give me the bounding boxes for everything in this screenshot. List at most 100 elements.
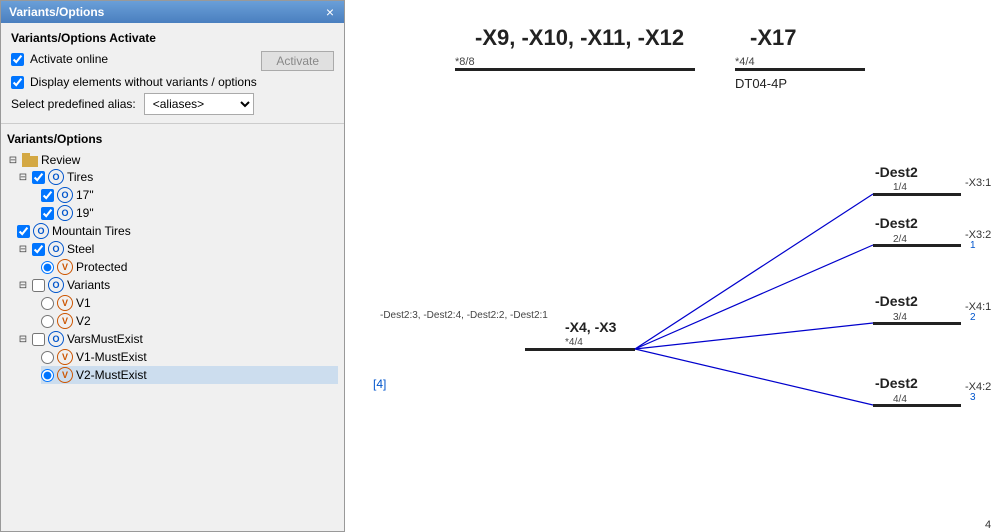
alias-select[interactable]: <aliases> <box>144 93 254 115</box>
tree-item-steel[interactable]: ⊟ O Steel <box>17 240 338 258</box>
tree-item-variants[interactable]: ⊟ O Variants <box>17 276 338 294</box>
source-sub: *4/4 <box>565 337 583 348</box>
tires-badge-o: O <box>48 169 64 185</box>
tree-item-19[interactable]: O 19" <box>41 204 338 222</box>
tree-item-vars-must-exist[interactable]: ⊟ O VarsMustExist <box>17 330 338 348</box>
x-sub-x4-1: 2 <box>970 312 976 323</box>
display-elements-label: Display elements without variants / opti… <box>30 75 257 89</box>
dest2-sub-3: 3/4 <box>893 312 907 323</box>
tree-root[interactable]: ⊟ Review <box>7 152 338 168</box>
diagram-panel: -X9, -X10, -X11, -X12 -X17 *8/8 *4/4 DT0… <box>345 0 1000 532</box>
mountain-tires-badge-o: O <box>33 223 49 239</box>
dest2-label-1: -Dest2 <box>875 164 918 180</box>
v1-label: V1 <box>76 296 91 310</box>
dest2-label-2: -Dest2 <box>875 215 918 231</box>
x-sub-x3-2: 1 <box>970 240 976 251</box>
v1-must-exist-label: V1-MustExist <box>76 350 147 364</box>
tree-item-v1[interactable]: V V1 <box>41 294 338 312</box>
expand-vars-icon: ⊟ <box>17 333 29 345</box>
19-checkbox[interactable] <box>41 207 54 220</box>
connector-sub1: *8/8 <box>455 56 475 68</box>
bar-top-1 <box>455 68 695 71</box>
dest2-label-3: -Dest2 <box>875 293 918 309</box>
tree-item-v2-must-exist[interactable]: V V2-MustExist <box>41 366 338 384</box>
line-to-dest2 <box>635 245 873 349</box>
panel-titlebar: Variants/Options × <box>1 1 344 23</box>
connector-name: DT04-4P <box>735 76 787 91</box>
diagram-svg: -X9, -X10, -X11, -X12 -X17 *8/8 *4/4 DT0… <box>345 0 1000 532</box>
tires-checkbox[interactable] <box>32 171 45 184</box>
expand-tires-icon: ⊟ <box>17 171 29 183</box>
x-label-x3-2: -X3:2 <box>965 229 991 241</box>
activate-section-title: Variants/Options Activate <box>11 31 334 45</box>
v2-must-exist-radio[interactable] <box>41 369 54 382</box>
source-label: -X4, -X3 <box>565 319 617 335</box>
expand-variants-icon: ⊟ <box>17 279 29 291</box>
vars-badge-o: O <box>48 331 64 347</box>
display-elements-row: Display elements without variants / opti… <box>11 75 334 89</box>
17-label: 17" <box>76 188 94 202</box>
mountain-tires-checkbox[interactable] <box>17 225 30 238</box>
connector-label-2: -X17 <box>750 25 796 50</box>
steel-badge-o: O <box>48 241 64 257</box>
expand-steel-icon: ⊟ <box>17 243 29 255</box>
v1-badge-v: V <box>57 295 73 311</box>
connector-sub2: *4/4 <box>735 56 755 68</box>
dest2-label-4: -Dest2 <box>875 375 918 391</box>
vars-must-exist-checkbox[interactable] <box>32 333 45 346</box>
v2-label: V2 <box>76 314 91 328</box>
tree-item-mountain-tires[interactable]: O Mountain Tires <box>17 222 338 240</box>
v1-must-exist-radio[interactable] <box>41 351 54 364</box>
tree-item-17[interactable]: O 17" <box>41 186 338 204</box>
x-label-x4-2: -X4:2 <box>965 381 991 393</box>
variants-options-panel: Variants/Options × Variants/Options Acti… <box>0 0 345 532</box>
line-to-dest3 <box>635 323 873 349</box>
source-bar <box>525 348 635 351</box>
v2-must-exist-label: V2-MustExist <box>76 368 147 382</box>
dest2-sub-1: 1/4 <box>893 182 907 193</box>
activate-row: Activate online Activate <box>11 51 334 71</box>
dest2-bar-4 <box>873 404 961 407</box>
activate-online-row: Activate online <box>11 52 108 66</box>
vars-must-exist-label: VarsMustExist <box>67 332 143 346</box>
tree-item-v1-must-exist[interactable]: V V1-MustExist <box>41 348 338 366</box>
tree-root-label: Review <box>41 153 80 167</box>
x-sub-x4-2: 3 <box>970 392 976 403</box>
19-label: 19" <box>76 206 94 220</box>
protected-label: Protected <box>76 260 127 274</box>
tree-item-protected[interactable]: V Protected <box>41 258 338 276</box>
line-to-dest1 <box>635 194 873 349</box>
x-label-x3-1: -X3:1 <box>965 177 991 189</box>
tires-label: Tires <box>67 170 93 184</box>
connector-label-1: -X9, -X10, -X11, -X12 <box>475 25 684 50</box>
v1-radio[interactable] <box>41 297 54 310</box>
steel-checkbox[interactable] <box>32 243 45 256</box>
protected-radio[interactable] <box>41 261 54 274</box>
variants-label: Variants <box>67 278 110 292</box>
activate-online-checkbox[interactable] <box>11 53 24 66</box>
bracket-label: [4] <box>373 377 386 391</box>
folder-icon <box>22 153 38 167</box>
dest2-bar-1 <box>873 193 961 196</box>
tree-item-v2[interactable]: V V2 <box>41 312 338 330</box>
line-to-dest4 <box>635 349 873 405</box>
expand-root-icon: ⊟ <box>7 154 19 166</box>
alias-label: Select predefined alias: <box>11 97 136 111</box>
variants-checkbox[interactable] <box>32 279 45 292</box>
x-label-x4-1: -X4:1 <box>965 301 991 313</box>
close-button[interactable]: × <box>324 5 336 19</box>
activate-button[interactable]: Activate <box>261 51 334 71</box>
17-checkbox[interactable] <box>41 189 54 202</box>
display-elements-checkbox[interactable] <box>11 76 24 89</box>
dest2-sub-4: 4/4 <box>893 394 907 405</box>
tree-item-tires[interactable]: ⊟ O Tires <box>17 168 338 186</box>
v2-radio[interactable] <box>41 315 54 328</box>
alias-row: Select predefined alias: <aliases> <box>11 93 334 115</box>
corner-number: 4 <box>985 519 991 531</box>
v2-badge-v: V <box>57 313 73 329</box>
activate-section: Variants/Options Activate Activate onlin… <box>1 23 344 124</box>
dest2-bar-3 <box>873 322 961 325</box>
mountain-tires-label: Mountain Tires <box>52 224 131 238</box>
v1-must-exist-badge-v: V <box>57 349 73 365</box>
v2-must-exist-badge-v: V <box>57 367 73 383</box>
